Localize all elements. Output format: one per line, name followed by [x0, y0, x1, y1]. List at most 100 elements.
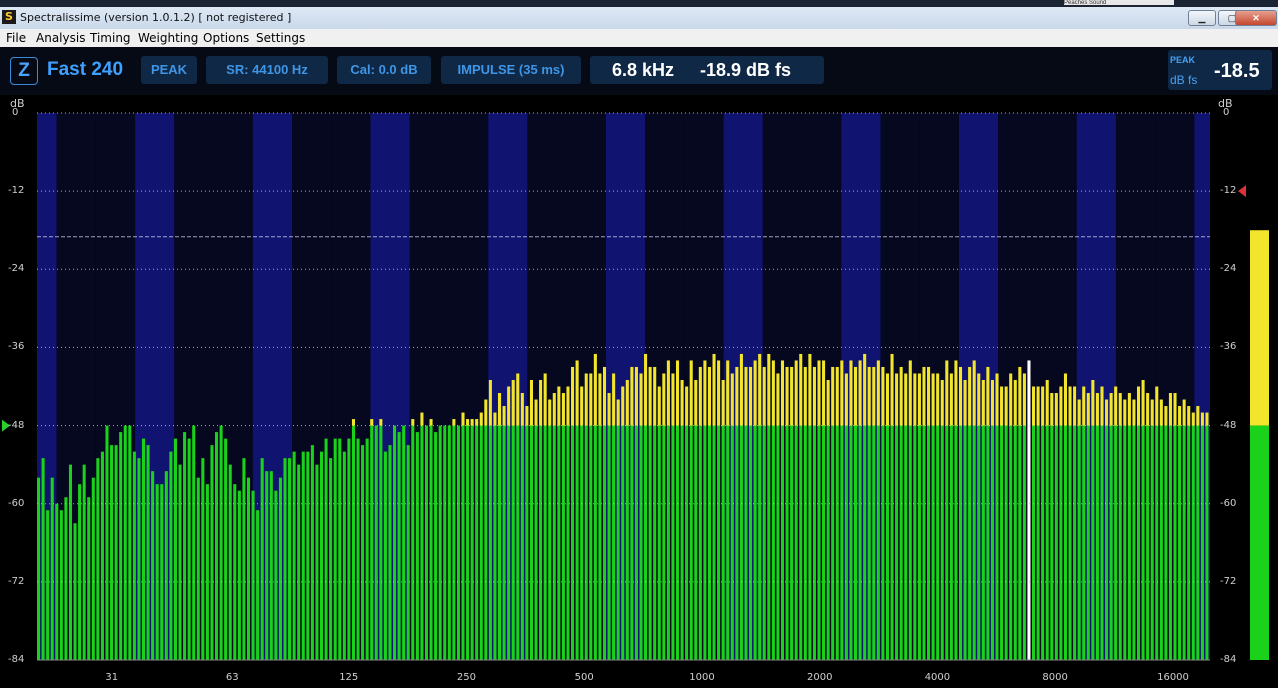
spectrum-bar [899, 425, 903, 660]
spectrum-bar-peak [1105, 399, 1109, 426]
spectrum-bar [1105, 425, 1109, 660]
spectrum-bar-peak [940, 379, 944, 426]
peak-display[interactable]: PEAK dB fs -18.5 [1168, 50, 1272, 90]
spectrum-bar-peak [762, 366, 766, 426]
spectrum-bar-peak [671, 373, 675, 426]
spectrum-bar-peak [1031, 386, 1036, 426]
y-tick-label-right: -48 [1220, 419, 1237, 431]
spectrum-bar-peak [1077, 399, 1081, 426]
menu-options[interactable]: Options [203, 31, 249, 45]
spectrum-bar [986, 425, 990, 660]
spectrum-bar [132, 451, 136, 660]
spectrum-bar [173, 438, 177, 660]
spectrum-bar [68, 464, 73, 660]
y-tick-label-right: -12 [1220, 185, 1237, 197]
menu-timing[interactable]: Timing [90, 31, 131, 45]
spectrum-chart[interactable] [0, 95, 1278, 688]
spectrum-bar [1132, 425, 1136, 660]
spectrum-bar [698, 425, 702, 660]
spectrum-bar-peak [726, 360, 730, 426]
spectrum-bar-peak [958, 366, 963, 426]
y-tick-label-right: -24 [1220, 263, 1237, 275]
spectrum-bar [808, 425, 812, 660]
spectrum-bar [954, 425, 958, 660]
impulse-button[interactable]: IMPULSE (35 ms) [441, 56, 581, 84]
spectrum-bar [685, 425, 689, 660]
background-band-dark [802, 113, 842, 660]
background-band-dark [1115, 113, 1156, 660]
spectrum-bar [607, 425, 611, 660]
background-band-light [605, 113, 646, 660]
spectrum-bar [301, 451, 305, 660]
background-window-tab[interactable]: Peaches Sound [1064, 0, 1174, 5]
close-button[interactable]: ✕ [1235, 10, 1277, 26]
menu-analysis[interactable]: Analysis [36, 31, 85, 45]
spectrum-bar [566, 425, 570, 660]
spectrum-bar [958, 425, 963, 660]
spectrum-bar [1191, 425, 1195, 660]
menu-file[interactable]: File [6, 31, 26, 45]
spectrum-bar [141, 438, 146, 660]
spectrum-bar [1000, 425, 1004, 660]
spectrum-bar-peak [744, 366, 748, 426]
peak-label: PEAK [1170, 55, 1196, 65]
spectrum-bar [292, 451, 296, 660]
spectrum-bar [420, 425, 424, 660]
menu-settings[interactable]: Settings [256, 31, 305, 45]
spectrum-bar-peak [1013, 379, 1017, 426]
menu-weighting[interactable]: Weighting [138, 31, 198, 45]
x-tick-label: 2000 [807, 672, 833, 683]
spectrum-bar-peak [566, 386, 570, 426]
spectrum-bar-peak [630, 366, 634, 426]
calibration-button[interactable]: Cal: 0.0 dB [337, 56, 431, 84]
spectrum-bar-peak [872, 366, 876, 426]
spectrum-bar-peak [497, 393, 502, 426]
spectrum-bar [100, 451, 104, 660]
spectrum-bar [210, 445, 214, 660]
sample-rate-button[interactable]: SR: 44100 Hz [206, 56, 328, 84]
spectrum-bar [812, 425, 816, 660]
spectrum-bar [876, 425, 880, 660]
spectrum-bar [41, 458, 45, 660]
spectrum-bar-peak [908, 360, 912, 426]
spectrum-bar [1063, 425, 1068, 660]
detector-button[interactable]: PEAK [141, 56, 197, 84]
zoom-button[interactable]: Z [10, 57, 38, 85]
spectrum-bar-peak [420, 412, 424, 426]
spectrum-bar-peak [776, 373, 780, 426]
spectrum-bar-peak [1132, 399, 1136, 426]
spectrum-bar-peak [593, 353, 597, 426]
spectrum-bar [580, 425, 584, 660]
spectrum-bar-peak [767, 353, 771, 426]
spectrum-bar [466, 425, 470, 660]
spectrum-bar [557, 425, 561, 660]
spectrum-bar-peak [653, 366, 657, 426]
spectrum-bar [767, 425, 771, 660]
spectrum-bar-peak [589, 373, 593, 426]
y-tick-label-left: -36 [8, 341, 25, 353]
spectrum-bar-peak [735, 366, 739, 426]
spectrum-bar-peak [351, 419, 355, 426]
spectrum-bar [361, 445, 365, 660]
spectrum-bar [1200, 425, 1204, 660]
spectrum-bar [908, 425, 912, 660]
spectrum-bar [393, 425, 397, 660]
spectrum-bar [753, 425, 757, 660]
mode-label[interactable]: Fast 240 [47, 59, 123, 81]
spectrum-bar [64, 497, 68, 660]
spectrum-bar-peak [466, 419, 470, 426]
app-logo-icon[interactable]: S [2, 10, 16, 24]
spectrum-bar [785, 425, 789, 660]
y-tick-label-left: -60 [8, 497, 25, 509]
spectrum-bar [516, 425, 520, 660]
spectrum-bar-peak [1196, 406, 1200, 426]
spectrum-bar [790, 425, 794, 660]
spectrum-bar-peak [1136, 386, 1141, 426]
minimize-button[interactable]: ▁ [1188, 10, 1216, 26]
spectrum-bar [616, 425, 620, 660]
spectrum-bar [927, 425, 931, 660]
spectrum-bar [762, 425, 766, 660]
spectrum-bar-peak [1182, 399, 1186, 426]
spectrum-bar-peak [1054, 393, 1058, 426]
spectrum-bar [548, 425, 552, 660]
